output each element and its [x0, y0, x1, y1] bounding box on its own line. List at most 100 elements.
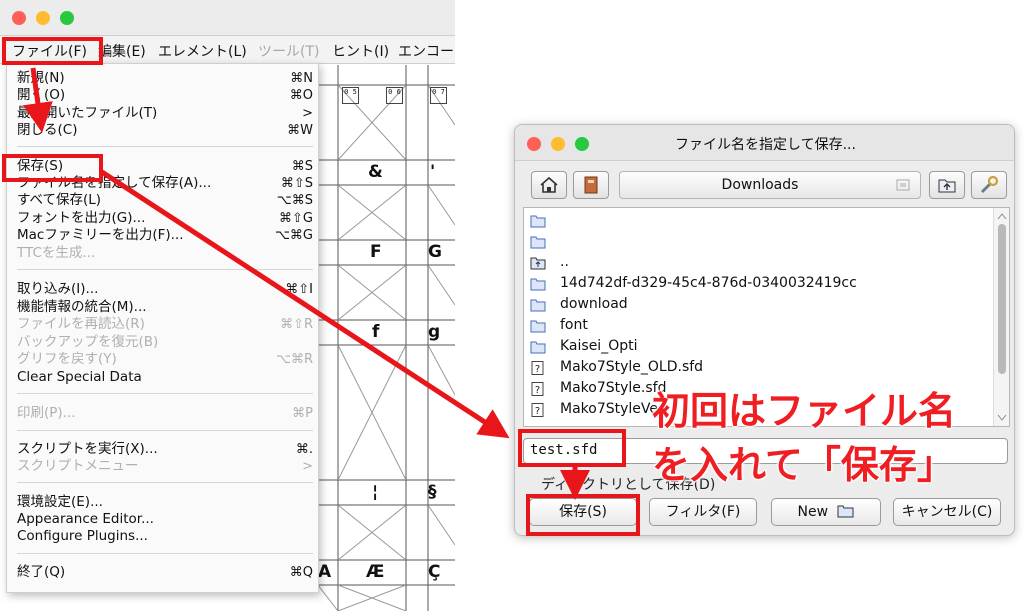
glyph-cell[interactable]: &: [368, 162, 383, 182]
folder-icon: [530, 299, 546, 312]
menu-item-recent[interactable]: 最近開いたファイル(T) >: [17, 105, 313, 122]
menu-item-configure-plugins[interactable]: Configure Plugins...: [17, 528, 313, 545]
unknown-file-icon: ?: [531, 403, 544, 417]
menu-item-revert-file[interactable]: ファイルを再読込(R) ⌘⇧R: [17, 316, 313, 333]
menu-edit[interactable]: 編集(E): [98, 41, 146, 61]
hex-label: 0 6: [386, 87, 403, 104]
folder-icon: [837, 505, 853, 518]
menu-item-new[interactable]: 新規(N) ⌘N: [17, 70, 313, 87]
annotation-text: 初回はファイル名 を入れて「保存」: [651, 384, 992, 492]
glyph-cell[interactable]: Ç: [428, 562, 440, 582]
menu-item-script-menu[interactable]: スクリプトメニュー >: [17, 458, 313, 475]
glyph-cell[interactable]: §: [428, 482, 437, 502]
folder-icon: [530, 341, 546, 354]
scroll-thumb[interactable]: [998, 224, 1006, 374]
menu-item-open[interactable]: 開く(O) ⌘O: [17, 87, 313, 104]
menu-item-merge-feature-info[interactable]: 機能情報の統合(M)...: [17, 299, 313, 316]
file-name: Kaisei_Opti: [560, 338, 638, 354]
highlight-file-menu: [2, 37, 103, 65]
menu-item-quit[interactable]: 終了(Q) ⌘Q: [17, 564, 313, 581]
menu-item-execute-script[interactable]: スクリプトを実行(X)... ⌘.: [17, 441, 313, 458]
zoom-window-button[interactable]: [60, 11, 74, 25]
file-name: 14d742df-d329-45c4-876d-0340032419cc: [560, 275, 857, 291]
glyph-cell[interactable]: Æ: [366, 562, 384, 582]
menu-item-label: TTCを生成...: [17, 245, 96, 261]
menu-item-save-all[interactable]: すべて保存(L) ⌥⌘S: [17, 192, 313, 209]
bookmark-icon: [584, 176, 598, 194]
menu-item-revert-glyph[interactable]: グリフを戻す(Y) ⌥⌘R: [17, 351, 313, 368]
glyph-cell[interactable]: F: [370, 242, 382, 262]
menu-tools[interactable]: ツール(T): [258, 41, 319, 61]
glyph-cell[interactable]: A: [318, 562, 331, 582]
menu-item-shortcut: ⌘⇧R: [280, 317, 313, 332]
select-arrows-icon: [896, 179, 910, 191]
menu-item-generate-mac-family[interactable]: Macファミリーを出力(F)... ⌥⌘G: [17, 227, 313, 244]
menu-item-close[interactable]: 閉じる(C) ⌘W: [17, 122, 313, 139]
scroll-up-icon[interactable]: [994, 210, 1010, 222]
menu-item-label: 閉じる(C): [17, 122, 78, 138]
hex-label: 0 7: [430, 87, 447, 104]
glyph-cell[interactable]: G: [428, 242, 442, 262]
close-window-button[interactable]: [12, 11, 26, 25]
directory-select[interactable]: Downloads: [619, 171, 921, 199]
menu-item-appearance-editor[interactable]: Appearance Editor...: [17, 511, 313, 528]
parent-folder-button[interactable]: [929, 171, 965, 199]
window-titlebar: [0, 0, 455, 36]
menu-encoding[interactable]: エンコー: [398, 41, 454, 61]
highlight-filename-field: [518, 429, 626, 467]
menu-item-label: Appearance Editor...: [17, 511, 154, 527]
menu-item-shortcut: ⌘⇧S: [280, 176, 313, 191]
glyph-cell[interactable]: f: [372, 322, 379, 342]
menu-item-generate-ttc[interactable]: TTCを生成...: [17, 245, 313, 262]
menu-item-label: スクリプトメニュー: [17, 458, 139, 474]
glyph-grid: 0 5 0 6 0 7 & ' F G f g ¦ § A Æ Ç: [318, 65, 455, 611]
menu-separator: [17, 553, 313, 554]
filter-button[interactable]: フィルタ(F): [649, 498, 757, 526]
menu-item-shortcut: ⌘⇧G: [279, 211, 313, 226]
home-icon: [540, 176, 558, 193]
menu-item-shortcut: ⌘.: [295, 442, 313, 457]
menu-item-print[interactable]: 印刷(P)... ⌘P: [17, 405, 313, 422]
menu-item-import[interactable]: 取り込み(I)... ⌘⇧I: [17, 281, 313, 298]
menu-item-shortcut: ⌘N: [290, 71, 313, 86]
file-name: Mako7Style.sfd: [560, 380, 667, 396]
menu-item-label: 新規(N): [17, 70, 65, 86]
dialog-title: ファイル名を指定して保存...: [675, 137, 856, 153]
new-folder-button[interactable]: New: [771, 498, 881, 526]
folder-icon: [530, 236, 546, 249]
file-list-scrollbar[interactable]: [993, 208, 1009, 426]
menu-item-preferences[interactable]: 環境設定(E)...: [17, 494, 313, 511]
scroll-down-icon[interactable]: [994, 412, 1010, 424]
menu-separator: [17, 269, 313, 270]
chevron-right-icon: >: [302, 459, 313, 474]
menu-item-label: フォントを出力(G)...: [17, 210, 146, 226]
menu-item-restore-backup[interactable]: バックアップを復元(B): [17, 334, 313, 351]
menu-item-shortcut: ⌘S: [291, 159, 313, 174]
folder-icon: [530, 215, 546, 228]
menu-item-clear-special-data[interactable]: Clear Special Data: [17, 369, 313, 386]
menu-item-label: Macファミリーを出力(F)...: [17, 227, 184, 243]
chevron-right-icon: >: [302, 106, 313, 121]
file-name: Mako7StyleVe: [560, 401, 659, 417]
menu-separator: [17, 393, 313, 394]
minimize-window-button[interactable]: [36, 11, 50, 25]
menu-item-label: 取り込み(I)...: [17, 281, 99, 297]
menu-item-shortcut: ⌘P: [292, 406, 313, 421]
glyph-cell[interactable]: ': [430, 162, 435, 182]
menu-item-generate-fonts[interactable]: フォントを出力(G)... ⌘⇧G: [17, 210, 313, 227]
settings-button[interactable]: [971, 171, 1007, 199]
bookmarks-button[interactable]: [573, 171, 609, 199]
menu-item-label: 印刷(P)...: [17, 405, 76, 421]
cancel-button[interactable]: キャンセル(C): [893, 498, 1001, 526]
menu-hint[interactable]: ヒント(I): [332, 41, 389, 61]
home-button[interactable]: [531, 171, 567, 199]
directory-select-value: Downloads: [721, 177, 799, 193]
menu-item-label: 環境設定(E)...: [17, 494, 103, 510]
menu-item-shortcut: ⌘W: [287, 123, 313, 138]
svg-text:?: ?: [535, 406, 540, 417]
unknown-file-icon: ?: [531, 361, 544, 375]
glyph-cell[interactable]: g: [428, 322, 440, 342]
glyph-cell[interactable]: ¦: [372, 482, 378, 502]
menu-item-label: グリフを戻す(Y): [17, 351, 117, 367]
menu-element[interactable]: エレメント(L): [158, 41, 247, 61]
